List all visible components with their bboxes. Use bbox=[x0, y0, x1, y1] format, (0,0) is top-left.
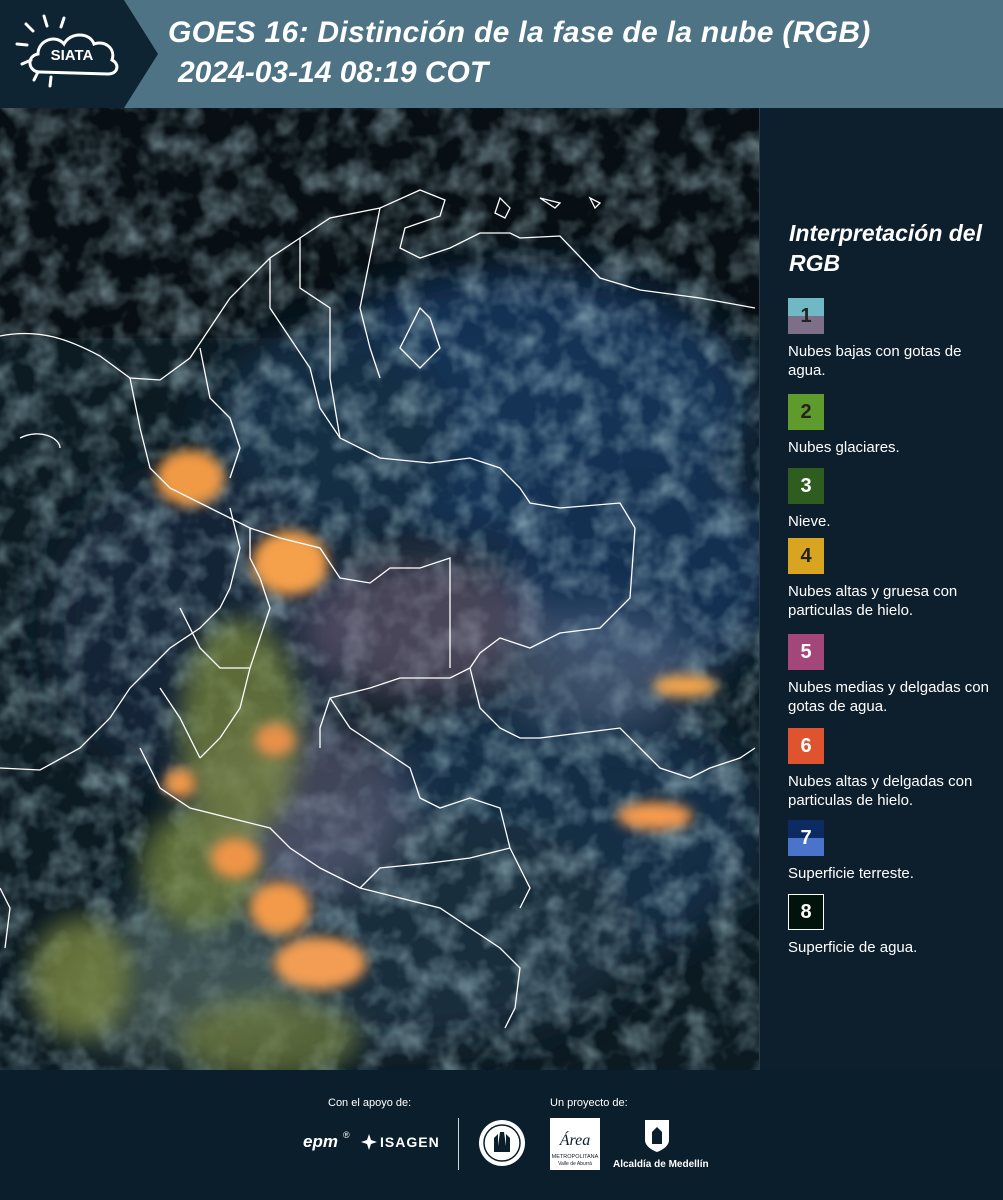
legend-number-3: 3 bbox=[800, 475, 812, 497]
legend-title: Interpretación del RGB bbox=[789, 220, 982, 276]
footer-divider bbox=[458, 1118, 459, 1170]
legend-item-2: 2 Nubes glaciares. bbox=[788, 394, 1000, 457]
legend-label-3: Nieve. bbox=[788, 513, 831, 530]
legend-number-2: 2 bbox=[800, 401, 812, 423]
legend-item-7: 7 Superficie terreste. bbox=[788, 820, 1000, 883]
legend-number-8: 8 bbox=[800, 901, 812, 923]
medellin-shield-icon bbox=[645, 1120, 669, 1152]
legend-item-6: 6 Nubes altas y delgadas con particulas … bbox=[788, 728, 1000, 810]
legend-swatch-1: 1 bbox=[788, 298, 824, 334]
legend-label-2: Nubes glaciares. bbox=[788, 439, 900, 456]
legend-item-8: 8 Superficie de agua. bbox=[788, 894, 1000, 957]
isagen-icon bbox=[361, 1134, 377, 1150]
legend-item-5: 5 Nubes medias y delgadas con gotas de a… bbox=[788, 634, 1000, 716]
seal-icon bbox=[479, 1120, 525, 1166]
legend-label-4: Nubes altas y gruesa con particulas de h… bbox=[788, 583, 958, 619]
legend-label-6: Nubes altas y delgadas con particulas de… bbox=[788, 773, 973, 809]
medellin-caption: Alcaldía de Medellín bbox=[613, 1159, 709, 1170]
legend-swatch-5: 5 bbox=[788, 634, 824, 670]
legend-label-8: Superficie de agua. bbox=[788, 939, 918, 956]
legend-label-7: Superficie terreste. bbox=[788, 865, 914, 882]
legend-swatch-2: 2 bbox=[788, 394, 824, 430]
legend-swatch-7: 7 bbox=[788, 820, 824, 856]
legend-item-3: 3 Nieve. bbox=[788, 468, 1000, 531]
satellite-map[interactable] bbox=[0, 108, 760, 1070]
isagen-logo: ISAGEN bbox=[380, 1134, 440, 1150]
header-bar: SIATA GOES 16: Distinción de la fase de … bbox=[0, 0, 1003, 108]
legend-label-1: Nubes bajas con gotas de agua. bbox=[788, 343, 962, 379]
legend-swatch-3: 3 bbox=[788, 468, 824, 504]
legend-number-4: 4 bbox=[800, 545, 812, 567]
siata-logo-text: SIATA bbox=[51, 47, 94, 64]
legend-label-5: Nubes medias y delgadas con gotas de agu… bbox=[788, 679, 989, 715]
timestamp: 2024-03-14 08:19 COT bbox=[178, 56, 489, 89]
project-label: Un proyecto de: bbox=[550, 1097, 628, 1109]
legend-number-6: 6 bbox=[800, 735, 812, 757]
legend-number-1: 1 bbox=[800, 305, 812, 327]
epm-trademark-icon: ® bbox=[343, 1130, 350, 1140]
legend-item-4: 4 Nubes altas y gruesa con particulas de… bbox=[788, 538, 1000, 620]
legend-number-5: 5 bbox=[800, 641, 812, 663]
support-label: Con el apoyo de: bbox=[328, 1097, 412, 1109]
legend-swatch-4: 4 bbox=[788, 538, 824, 574]
footer: Con el apoyo de: Un proyecto de: epm ® I… bbox=[0, 1070, 1003, 1200]
satellite-map-graphic bbox=[0, 108, 759, 1070]
legend-number-7: 7 bbox=[800, 827, 812, 849]
legend-swatch-8: 8 bbox=[788, 894, 824, 930]
siata-logo: SIATA bbox=[0, 0, 158, 108]
svg-text:Área: Área bbox=[559, 1130, 591, 1149]
area-metropolitana-logo: Área METROPOLITANA Valle de Aburrá bbox=[550, 1118, 600, 1170]
epm-logo: epm bbox=[303, 1132, 338, 1151]
legend-item-1: 1 Nubes bajas con gotas de agua. bbox=[788, 298, 1000, 380]
svg-text:Valle de Aburrá: Valle de Aburrá bbox=[558, 1161, 592, 1167]
page-title: GOES 16: Distinción de la fase de la nub… bbox=[168, 16, 871, 49]
svg-text:METROPOLITANA: METROPOLITANA bbox=[552, 1154, 599, 1160]
siata-logo-graphic: SIATA bbox=[0, 0, 158, 108]
legend-swatch-6: 6 bbox=[788, 728, 824, 764]
legend-panel: Interpretación del RGB 1 Nubes bajas con… bbox=[760, 108, 1003, 1070]
